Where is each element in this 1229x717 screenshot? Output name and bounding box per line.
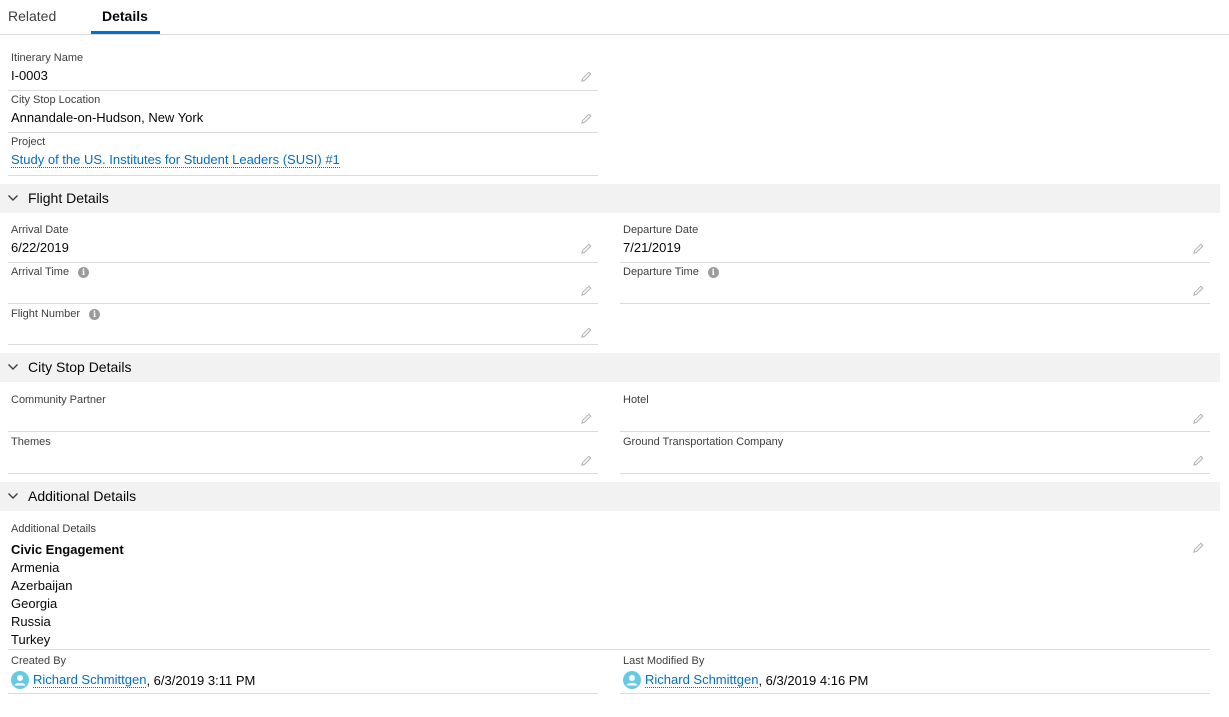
ground-transportation-field: Ground Transportation Company: [620, 436, 1210, 474]
pencil-icon[interactable]: [581, 113, 592, 124]
last-modified-by-field: Last Modified By Richard Schmittgen , 6/…: [620, 655, 1210, 694]
pencil-icon[interactable]: [1193, 285, 1204, 296]
tab-bar: Related Details: [0, 0, 1229, 35]
field-value: 7/21/2019: [623, 240, 681, 255]
user-avatar-icon: [11, 671, 29, 689]
pencil-icon[interactable]: [1193, 413, 1204, 424]
field-label: Last Modified By: [623, 655, 705, 667]
rich-text-line: Azerbaijan: [11, 578, 73, 593]
field-label: Hotel: [623, 394, 649, 406]
chevron-down-icon: [8, 493, 18, 499]
user-avatar-icon: [623, 671, 641, 689]
departure-date-field: Departure Date 7/21/2019: [620, 224, 1210, 263]
project-field: Project Study of the US. Institutes for …: [8, 136, 598, 176]
field-label: Themes: [11, 436, 51, 448]
arrival-date-field: Arrival Date 6/22/2019: [8, 224, 598, 263]
pencil-icon[interactable]: [1193, 455, 1204, 466]
pencil-icon[interactable]: [581, 455, 592, 466]
field-label-wrap: Arrival Time i: [11, 266, 90, 278]
itinerary-name-field: Itinerary Name I-0003: [8, 52, 598, 91]
chevron-down-icon: [8, 364, 18, 370]
section-title: Flight Details: [28, 190, 109, 206]
pencil-icon[interactable]: [581, 327, 592, 338]
last-modified-by-value: Richard Schmittgen , 6/3/2019 4:16 PM: [623, 671, 868, 689]
field-label: Departure Time: [623, 266, 699, 278]
field-label-wrap: Departure Time i: [623, 266, 719, 278]
section-title: Additional Details: [28, 488, 137, 504]
section-flight-details[interactable]: Flight Details: [0, 184, 1220, 213]
section-city-stop-details[interactable]: City Stop Details: [0, 353, 1220, 382]
pencil-icon[interactable]: [581, 285, 592, 296]
info-icon[interactable]: i: [707, 266, 719, 278]
field-label: Flight Number: [11, 308, 81, 320]
section-additional-details[interactable]: Additional Details: [0, 482, 1220, 511]
pencil-icon[interactable]: [581, 71, 592, 82]
tab-details[interactable]: Details: [102, 8, 148, 24]
field-value: 6/22/2019: [11, 240, 69, 255]
field-label: Arrival Date: [11, 224, 69, 236]
rich-text-line: Georgia: [11, 596, 58, 611]
created-by-field: Created By Richard Schmittgen , 6/3/2019…: [8, 655, 598, 694]
field-label: Departure Date: [623, 224, 699, 236]
pencil-icon[interactable]: [581, 243, 592, 254]
tab-related[interactable]: Related: [8, 8, 56, 24]
flight-number-field: Flight Number i: [8, 308, 598, 345]
city-stop-location-field: City Stop Location Annandale-on-Hudson, …: [8, 94, 598, 133]
field-label: Arrival Time: [11, 266, 70, 278]
field-label: Itinerary Name: [11, 52, 84, 64]
pencil-icon[interactable]: [1193, 542, 1204, 553]
pencil-icon[interactable]: [1193, 243, 1204, 254]
active-tab-indicator: [91, 31, 160, 34]
pencil-icon[interactable]: [581, 413, 592, 424]
hotel-field: Hotel: [620, 394, 1210, 432]
community-partner-field: Community Partner: [8, 394, 598, 432]
rich-text-line: Turkey: [11, 632, 51, 647]
created-by-value: Richard Schmittgen , 6/3/2019 3:11 PM: [11, 671, 255, 689]
project-link[interactable]: Study of the US. Institutes for Student …: [11, 152, 340, 168]
field-label: City Stop Location: [11, 94, 101, 106]
info-icon[interactable]: i: [89, 308, 101, 320]
field-label: Created By: [11, 655, 67, 667]
rich-text-heading: Civic Engagement: [11, 542, 124, 557]
field-value: I-0003: [11, 68, 48, 83]
user-link[interactable]: Richard Schmittgen: [33, 672, 147, 688]
arrival-time-field: Arrival Time i: [8, 266, 598, 304]
rich-text-line: Russia: [11, 614, 51, 629]
field-label-wrap: Flight Number i: [11, 308, 101, 320]
section-title: City Stop Details: [28, 359, 132, 375]
departure-time-field: Departure Time i: [620, 266, 1210, 304]
additional-details-field: Additional Details Civic Engagement Arme…: [8, 523, 1210, 650]
rich-text-line: Armenia: [11, 560, 60, 575]
user-link[interactable]: Richard Schmittgen: [645, 672, 759, 688]
modified-date: , 6/3/2019 4:16 PM: [758, 672, 869, 688]
chevron-down-icon: [8, 195, 18, 201]
themes-field: Themes: [8, 436, 598, 474]
field-value: Annandale-on-Hudson, New York: [11, 110, 204, 125]
field-label: Additional Details: [11, 523, 96, 535]
field-label: Project: [11, 136, 46, 148]
field-label: Ground Transportation Company: [623, 436, 784, 448]
rich-text-value: Civic Engagement Armenia Azerbaijan Geor…: [11, 541, 124, 649]
created-date: , 6/3/2019 3:11 PM: [146, 672, 256, 688]
field-label: Community Partner: [11, 394, 106, 406]
info-icon[interactable]: i: [78, 266, 90, 278]
